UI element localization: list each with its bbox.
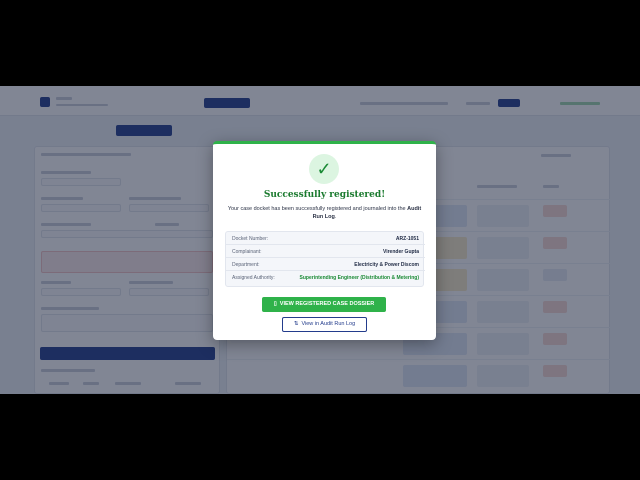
dialog-title: Successfully registered! <box>263 190 386 200</box>
detail-row-docket: Docket Number: ARZ-1051 <box>226 232 425 245</box>
success-check-icon: ✓ <box>309 154 339 184</box>
registration-details: Docket Number: ARZ-1051 Complainant: Vir… <box>225 231 425 287</box>
detail-row-complainant: Complainant: Virender Gupta <box>226 245 425 258</box>
document-icon: ▯ <box>273 301 277 307</box>
detail-label: Complainant: <box>232 249 262 255</box>
docket-number-value: ARZ-1051 <box>395 236 419 242</box>
detail-label: Docket Number: <box>232 236 269 242</box>
message-text: Your case docket has been successfully r… <box>227 206 406 212</box>
success-dialog: ✓ Successfully registered! Your case doc… <box>213 141 436 340</box>
check-icon: ✓ <box>316 159 332 179</box>
view-audit-log-label: View in Audit Run Log <box>301 321 356 327</box>
detail-row-department: Department: Electricity & Power Discom <box>226 258 425 271</box>
view-audit-log-button[interactable]: ⇅ View in Audit Run Log <box>282 317 367 332</box>
view-dossier-button[interactable]: ▯ VIEW REGISTERED CASE DOSSIER <box>262 297 386 312</box>
message-end: . <box>334 214 337 220</box>
detail-label: Assigned Authority: <box>232 275 275 281</box>
detail-row-authority: Assigned Authority: Superintending Engin… <box>226 271 425 284</box>
dialog-message: Your case docket has been successfully r… <box>225 205 424 221</box>
assigned-authority-value: Superintending Engineer (Distribution & … <box>299 275 419 281</box>
complainant-value: Virender Gupta <box>382 249 419 255</box>
detail-label: Department: <box>232 262 260 268</box>
department-value: Electricity & Power Discom <box>354 262 419 268</box>
view-dossier-label: VIEW REGISTERED CASE DOSSIER <box>279 301 375 307</box>
log-icon: ⇅ <box>293 321 299 327</box>
